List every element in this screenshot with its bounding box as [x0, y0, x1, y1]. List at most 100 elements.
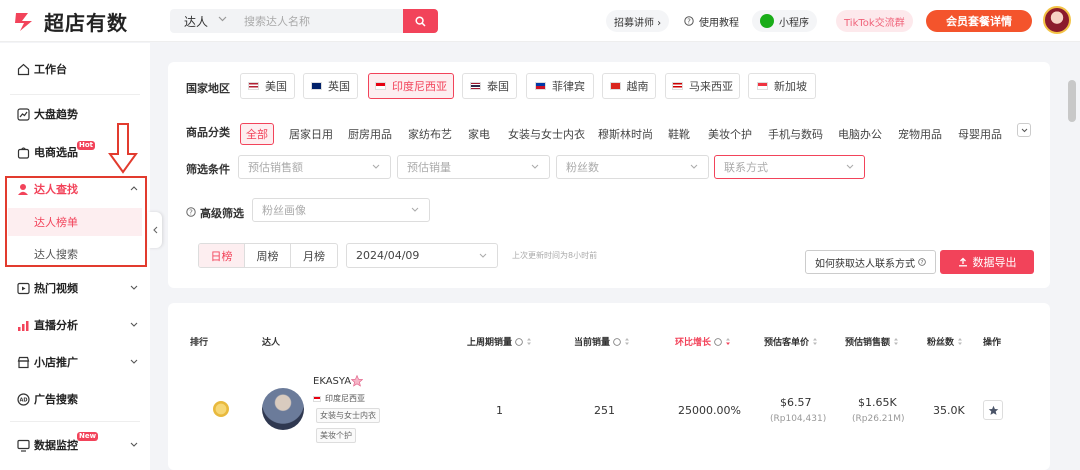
sort-icon	[894, 338, 899, 345]
miniapp-label: 小程序	[779, 17, 809, 29]
brand-logo[interactable]: 超店有数	[12, 7, 128, 35]
category-item[interactable]: 家纺布艺	[408, 123, 452, 145]
sort-icon	[625, 338, 630, 345]
page-scrollbar[interactable]	[1068, 80, 1076, 122]
contact-howto-button[interactable]: 如何获取达人联系方式 ?	[805, 250, 936, 274]
select-placeholder: 联系方式	[724, 161, 768, 174]
ranking-table: 排行 达人 上周期销量 当前销量 环比增长 预估客单价 预估销售额 粉丝数 操作…	[168, 303, 1050, 470]
unit-price-local-value: (Rp104,431)	[770, 414, 827, 424]
sidebar-item-label: 热门视频	[34, 282, 78, 295]
category-item[interactable]: 居家日用	[289, 123, 333, 145]
howto-label: 如何获取达人联系方式	[815, 258, 915, 270]
category-item[interactable]: 母婴用品	[958, 123, 1002, 145]
sidebar-item-live-analysis[interactable]: 直播分析	[0, 307, 150, 343]
sidebar-collapse-button[interactable]	[148, 212, 162, 248]
influencer-name[interactable]: EKASYA	[313, 376, 351, 387]
tab-monthly[interactable]: 月榜	[291, 244, 337, 267]
chevron-left-icon	[152, 226, 157, 234]
sidebar-item-label: 小店推广	[34, 356, 78, 369]
tab-weekly[interactable]: 周榜	[245, 244, 291, 267]
search-type-select[interactable]: 达人	[184, 13, 208, 30]
column-header-prev-sales[interactable]: 上周期销量	[467, 335, 532, 348]
category-all[interactable]: 全部	[240, 123, 274, 145]
sidebar-item-hot-videos[interactable]: 热门视频	[0, 270, 150, 306]
data-export-button[interactable]: 数据导出	[940, 250, 1034, 274]
column-header-rank: 排行	[190, 338, 209, 348]
user-avatar[interactable]	[1043, 6, 1071, 34]
header-label: 当前销量	[574, 338, 611, 348]
column-header-est-sales[interactable]: 预估销售额	[845, 335, 899, 348]
sidebar-item-ad-search[interactable]: AD 广告搜索	[0, 381, 150, 417]
column-header-unit-price[interactable]: 预估客单价	[764, 335, 818, 348]
select-placeholder: 粉丝数	[566, 161, 599, 174]
svg-text:?: ?	[189, 209, 193, 217]
category-item[interactable]: 美妆个护	[708, 123, 752, 145]
chevron-down-icon[interactable]	[130, 285, 138, 290]
column-header-followers[interactable]: 粉丝数	[927, 335, 963, 348]
sidebar-item-workbench[interactable]: 工作台	[0, 51, 150, 87]
sidebar-item-shop-promotion[interactable]: 小店推广	[0, 344, 150, 380]
country-chip-us[interactable]: 美国	[240, 73, 295, 99]
help-icon[interactable]: ?	[186, 207, 196, 217]
brand-logo-icon	[15, 13, 32, 31]
followers-select[interactable]: 粉丝数	[556, 155, 709, 179]
category-item[interactable]: 宠物用品	[898, 123, 942, 145]
monitor-icon	[17, 439, 30, 452]
recruit-lecturer-link[interactable]: 招募讲师 ›	[606, 10, 670, 32]
select-placeholder: 粉丝画像	[262, 204, 306, 217]
tab-daily[interactable]: 日榜	[199, 244, 245, 267]
chevron-down-icon[interactable]	[130, 442, 138, 447]
estimated-revenue-select[interactable]: 预估销售额	[238, 155, 391, 179]
contact-method-select[interactable]: 联系方式	[714, 155, 865, 179]
search-bar: 达人	[170, 9, 438, 33]
country-chip-vietnam[interactable]: 越南	[602, 73, 656, 99]
date-picker[interactable]: 2024/04/09	[346, 243, 498, 268]
search-input[interactable]	[244, 9, 394, 33]
sidebar-item-label: 广告搜索	[34, 393, 78, 406]
tutorial-link[interactable]: ? 使用教程	[676, 10, 747, 32]
bar-chart-icon	[18, 320, 29, 331]
category-item[interactable]: 家电	[468, 123, 490, 145]
country-chip-singapore[interactable]: 新加坡	[748, 73, 816, 99]
estimated-sales-select[interactable]: 预估销量	[397, 155, 550, 179]
search-button[interactable]	[403, 9, 438, 33]
category-label: 商品分类	[186, 126, 230, 139]
vip-plan-button[interactable]: 会员套餐详情	[926, 10, 1032, 32]
chip-label: 印度尼西亚	[392, 80, 447, 93]
chevron-down-icon[interactable]	[130, 322, 138, 327]
country-chip-indonesia[interactable]: 印度尼西亚	[368, 73, 454, 99]
country-chip-philippines[interactable]: 菲律宾	[526, 73, 594, 99]
category-item[interactable]: 手机与数码	[768, 123, 823, 145]
chevron-down-icon	[372, 164, 380, 169]
sort-icon	[958, 338, 963, 345]
country-chip-uk[interactable]: 英国	[303, 73, 358, 99]
column-header-current-sales[interactable]: 当前销量	[574, 335, 630, 348]
chip-label: 泰国	[487, 80, 509, 93]
follower-profile-select[interactable]: 粉丝画像	[252, 198, 430, 222]
chevron-down-icon	[690, 164, 698, 169]
annotation-arrow-icon	[108, 123, 138, 174]
category-item[interactable]: 电脑办公	[838, 123, 882, 145]
category-item[interactable]: 女装与女士内衣	[508, 123, 585, 145]
category-item[interactable]: 鞋靴	[668, 123, 690, 145]
column-header-growth[interactable]: 环比增长	[675, 335, 731, 348]
country-chip-thailand[interactable]: 泰国	[462, 73, 517, 99]
svg-text:?: ?	[921, 260, 924, 266]
category-item[interactable]: 厨房用品	[348, 123, 392, 145]
favorite-button[interactable]	[983, 400, 1003, 420]
chevron-down-icon[interactable]	[218, 16, 227, 22]
chevron-down-icon[interactable]	[130, 359, 138, 364]
hot-badge: Hot	[77, 141, 96, 150]
indonesia-flag-icon	[375, 82, 386, 90]
chevron-down-icon	[1021, 128, 1027, 132]
category-expand-button[interactable]	[1017, 123, 1031, 137]
tiktok-group-link[interactable]: TikTok交流群	[836, 10, 913, 32]
sidebar-item-data-monitor[interactable]: 数据监控 New	[0, 427, 150, 463]
country-chip-malaysia[interactable]: 马来西亚	[665, 73, 740, 99]
chip-label: 菲律宾	[552, 80, 585, 93]
chip-label: 越南	[626, 80, 649, 93]
category-item[interactable]: 穆斯林时尚	[598, 123, 653, 145]
philippines-flag-icon	[535, 82, 546, 90]
influencer-avatar[interactable]	[262, 388, 304, 430]
miniapp-link[interactable]: 小程序	[752, 10, 817, 32]
